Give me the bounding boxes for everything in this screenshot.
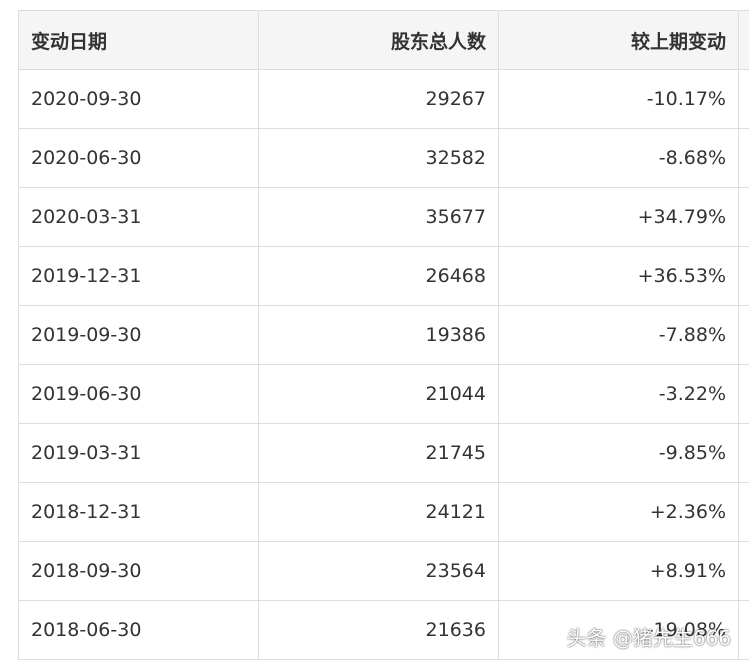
cell-date: 2018-09-30 xyxy=(18,541,259,601)
cell-date: 2019-12-31 xyxy=(18,246,259,306)
cell-change: -7.88% xyxy=(498,305,739,365)
table-row: 2018-12-31 24121 +2.36% xyxy=(18,482,749,542)
table-row: 2018-09-30 23564 +8.91% xyxy=(18,541,749,601)
cell-extra xyxy=(738,364,749,424)
cell-holders: 35677 xyxy=(258,187,499,247)
header-extra xyxy=(738,10,749,70)
shareholder-table: 变动日期 股东总人数 较上期变动 2020-09-30 29267 -10.17% 2… xyxy=(18,10,749,660)
cell-date: 2020-09-30 xyxy=(18,69,259,129)
cell-change: +8.91% xyxy=(498,541,739,601)
cell-date: 2018-06-30 xyxy=(18,600,259,660)
cell-extra xyxy=(738,482,749,542)
cell-extra xyxy=(738,541,749,601)
cell-date: 2019-06-30 xyxy=(18,364,259,424)
cell-holders: 21636 xyxy=(258,600,499,660)
cell-date: 2020-06-30 xyxy=(18,128,259,188)
cell-date: 2019-09-30 xyxy=(18,305,259,365)
table-body: 2020-09-30 29267 -10.17% 2020-06-30 32582 -8.… xyxy=(18,69,749,660)
cell-extra xyxy=(738,246,749,306)
cell-extra xyxy=(738,187,749,247)
table-row: 2019-12-31 26468 +36.53% xyxy=(18,246,749,306)
table-row: 2020-06-30 32582 -8.68% xyxy=(18,128,749,188)
cell-date: 2020-03-31 xyxy=(18,187,259,247)
cell-change: -8.68% xyxy=(498,128,739,188)
table-header: 变动日期 股东总人数 较上期变动 xyxy=(18,10,749,70)
cell-date: 2018-12-31 xyxy=(18,482,259,542)
cell-change: +34.79% xyxy=(498,187,739,247)
cell-holders: 23564 xyxy=(258,541,499,601)
cell-holders: 29267 xyxy=(258,69,499,129)
cell-change: -10.17% xyxy=(498,69,739,129)
cell-extra xyxy=(738,69,749,129)
header-change[interactable]: 较上期变动 xyxy=(498,10,739,70)
cell-holders: 21044 xyxy=(258,364,499,424)
cell-change: -9.85% xyxy=(498,423,739,483)
cell-extra xyxy=(738,305,749,365)
table-row: 2019-06-30 21044 -3.22% xyxy=(18,364,749,424)
page-frame: 变动日期 股东总人数 较上期变动 2020-09-30 29267 -10.17% 2… xyxy=(0,0,749,665)
cell-extra xyxy=(738,128,749,188)
cell-holders: 26468 xyxy=(258,246,499,306)
table-row: 2020-03-31 35677 +34.79% xyxy=(18,187,749,247)
cell-change: +2.36% xyxy=(498,482,739,542)
header-date[interactable]: 变动日期 xyxy=(18,10,259,70)
cell-holders: 19386 xyxy=(258,305,499,365)
table-row: 2019-03-31 21745 -9.85% xyxy=(18,423,749,483)
cell-extra xyxy=(738,600,749,660)
watermark-logo: 头条 @猪先生666 xyxy=(566,626,731,650)
table-row: 2019-09-30 19386 -7.88% xyxy=(18,305,749,365)
cell-date: 2019-03-31 xyxy=(18,423,259,483)
cell-extra xyxy=(738,423,749,483)
table-row: 2020-09-30 29267 -10.17% xyxy=(18,69,749,129)
header-row: 变动日期 股东总人数 较上期变动 xyxy=(18,10,749,70)
cell-holders: 21745 xyxy=(258,423,499,483)
header-holders[interactable]: 股东总人数 xyxy=(258,10,499,70)
cell-change: -3.22% xyxy=(498,364,739,424)
cell-holders: 24121 xyxy=(258,482,499,542)
cell-holders: 32582 xyxy=(258,128,499,188)
cell-change: +36.53% xyxy=(498,246,739,306)
